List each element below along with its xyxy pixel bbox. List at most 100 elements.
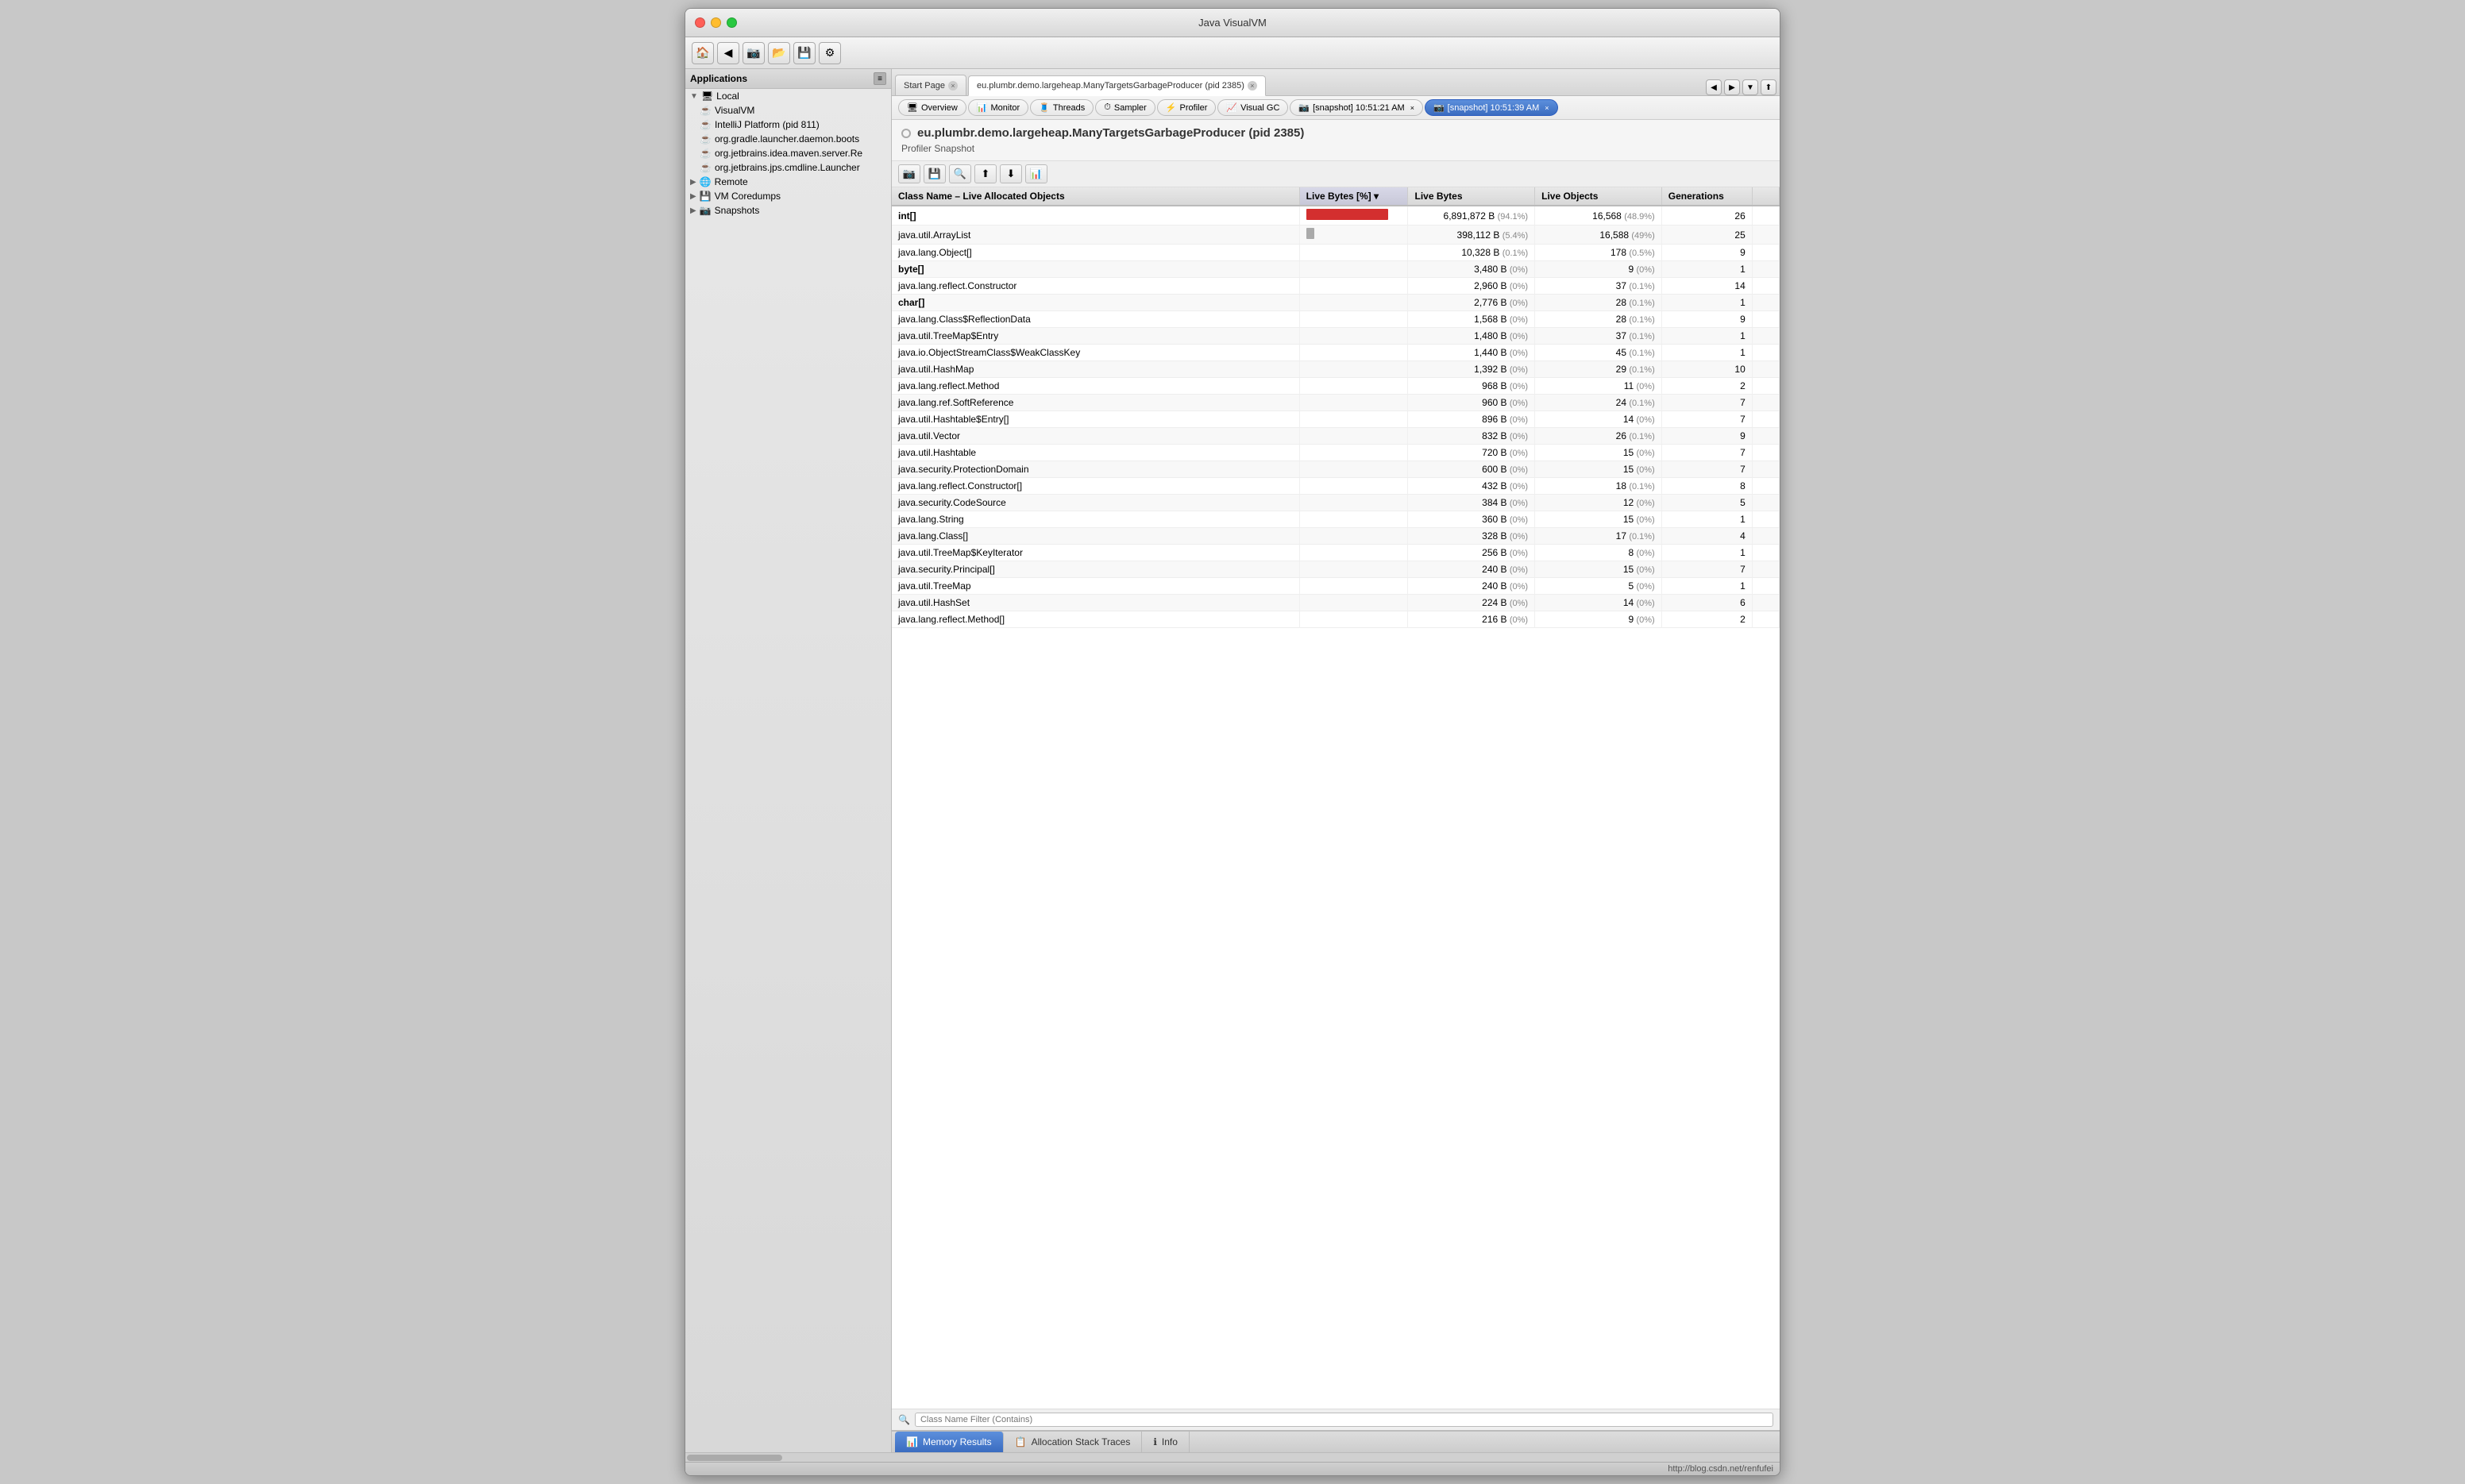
tab-overview[interactable]: 🖥 Overview xyxy=(898,99,966,116)
snapshot-btn[interactable]: 📷 xyxy=(898,164,920,183)
open-button[interactable]: 📂 xyxy=(768,42,790,64)
table-row: java.util.Vector832 B (0%)26 (0.1%)9 xyxy=(892,428,1780,445)
table-row: java.util.TreeMap$Entry1,480 B (0%)37 (0… xyxy=(892,328,1780,345)
class-name-filter[interactable] xyxy=(915,1413,1773,1427)
horizontal-scrollbar[interactable] xyxy=(685,1452,1780,1462)
app-icon-intellij: ☕ xyxy=(700,119,712,130)
tree-item-intellij[interactable]: ☕ IntelliJ Platform (pid 811) xyxy=(685,118,891,132)
cell-class-name: int[] xyxy=(892,206,1299,225)
back-button[interactable]: ◀ xyxy=(717,42,739,64)
tab-label-start-page: Start Page xyxy=(904,81,945,91)
save-snapshot-btn[interactable]: 💾 xyxy=(924,164,946,183)
cell-bar xyxy=(1299,206,1408,225)
cell-bar xyxy=(1299,595,1408,611)
bottom-tab-info[interactable]: ℹ Info xyxy=(1142,1432,1190,1452)
cell-live-objects: 24 (0.1%) xyxy=(1535,395,1662,411)
home-button[interactable]: 🏠 xyxy=(692,42,714,64)
cell-live-bytes: 832 B (0%) xyxy=(1408,428,1535,445)
col-class-name[interactable]: Class Name – Live Allocated Objects xyxy=(892,187,1299,206)
window-controls xyxy=(695,17,737,28)
col-live-bytes-bar[interactable]: Live Bytes [%] ▾ xyxy=(1299,187,1408,206)
col-generations[interactable]: Generations xyxy=(1661,187,1752,206)
tab-close-snapshot2[interactable]: × xyxy=(1545,104,1549,112)
close-button[interactable] xyxy=(695,17,705,28)
tree-item-gradle[interactable]: ☕ org.gradle.launcher.daemon.boots xyxy=(685,132,891,146)
detach-button[interactable]: ⬆ xyxy=(1761,79,1776,95)
cell-class-name: java.util.HashSet xyxy=(892,595,1299,611)
tree-arrow-snapshots: ▶ xyxy=(690,206,696,215)
tab-visual-gc[interactable]: 📈 Visual GC xyxy=(1217,99,1288,116)
settings-button[interactable]: ⚙ xyxy=(819,42,841,64)
main-window: Java VisualVM 🏠 ◀ 📷 📂 💾 ⚙ Applications ≡… xyxy=(685,8,1780,1476)
tab-profiler[interactable]: ⚡ Profiler xyxy=(1157,99,1217,116)
cell-generations: 26 xyxy=(1661,206,1752,225)
cell-generations: 9 xyxy=(1661,245,1752,261)
cell-bar xyxy=(1299,461,1408,478)
col-live-bytes[interactable]: Live Bytes xyxy=(1408,187,1535,206)
cell-class-name: java.security.CodeSource xyxy=(892,495,1299,511)
table-row: java.util.TreeMap240 B (0%)5 (0%)1 xyxy=(892,578,1780,595)
tree-item-remote[interactable]: ▶ 🌐 Remote xyxy=(685,175,891,189)
profiler-icon: ⚡ xyxy=(1166,102,1177,113)
cell-spacer xyxy=(1752,361,1779,378)
bottom-tab-memory-results[interactable]: 📊 Memory Results xyxy=(895,1432,1004,1452)
tab-monitor[interactable]: 📊 Monitor xyxy=(968,99,1028,116)
tab-start-page[interactable]: Start Page × xyxy=(895,75,966,95)
cell-live-objects: 15 (0%) xyxy=(1535,511,1662,528)
allocation-stack-icon: 📋 xyxy=(1015,1436,1027,1447)
bottom-tab-allocation-stack[interactable]: 📋 Allocation Stack Traces xyxy=(1004,1432,1143,1452)
tree-item-local[interactable]: ▼ 🖥 Local xyxy=(685,89,891,103)
tab-menu-button[interactable]: ▼ xyxy=(1742,79,1758,95)
table-row: java.lang.String360 B (0%)15 (0%)1 xyxy=(892,511,1780,528)
tree-item-visualvm[interactable]: ☕ VisualVM xyxy=(685,103,891,118)
cell-generations: 7 xyxy=(1661,561,1752,578)
cell-generations: 1 xyxy=(1661,261,1752,278)
table-row: java.lang.Class[]328 B (0%)17 (0.1%)4 xyxy=(892,528,1780,545)
export-btn[interactable]: ⬆ xyxy=(974,164,997,183)
import-btn[interactable]: ⬇ xyxy=(1000,164,1022,183)
cell-generations: 2 xyxy=(1661,611,1752,628)
tab-close-start-page[interactable]: × xyxy=(948,81,958,91)
chart-btn[interactable]: 📊 xyxy=(1025,164,1047,183)
app-icon-jps: ☕ xyxy=(700,162,712,173)
cell-generations: 10 xyxy=(1661,361,1752,378)
col-live-objects[interactable]: Live Objects xyxy=(1535,187,1662,206)
table-row: java.util.HashSet224 B (0%)14 (0%)6 xyxy=(892,595,1780,611)
maximize-button[interactable] xyxy=(727,17,737,28)
tree-item-coredumps[interactable]: ▶ 💾 VM Coredumps xyxy=(685,189,891,203)
tab-snapshot-1[interactable]: 📷 [snapshot] 10:51:21 AM × xyxy=(1290,99,1423,116)
cell-live-bytes: 360 B (0%) xyxy=(1408,511,1535,528)
tab-sampler[interactable]: ⏱ Sampler xyxy=(1095,99,1155,116)
cell-spacer xyxy=(1752,295,1779,311)
tree-label-coredumps: VM Coredumps xyxy=(715,191,781,202)
tree-item-jps[interactable]: ☕ org.jetbrains.jps.cmdline.Launcher xyxy=(685,160,891,175)
tab-main-app[interactable]: eu.plumbr.demo.largeheap.ManyTargetsGarb… xyxy=(968,75,1266,96)
memory-results-icon: 📊 xyxy=(906,1436,918,1447)
table-row: java.util.ArrayList398,112 B (5.4%)16,58… xyxy=(892,225,1780,245)
scroll-right-tab[interactable]: ▶ xyxy=(1724,79,1740,95)
tree-item-maven[interactable]: ☕ org.jetbrains.idea.maven.server.Re xyxy=(685,146,891,160)
cell-class-name: java.util.Hashtable$Entry[] xyxy=(892,411,1299,428)
save-button[interactable]: 💾 xyxy=(793,42,816,64)
scrollbar-thumb[interactable] xyxy=(687,1455,782,1461)
status-bar: http://blog.csdn.net/renfufei xyxy=(685,1462,1780,1475)
tab-threads[interactable]: 🧵 Threads xyxy=(1030,99,1094,116)
scroll-left-tab[interactable]: ◀ xyxy=(1706,79,1722,95)
cell-class-name: java.lang.reflect.Constructor[] xyxy=(892,478,1299,495)
cell-bar xyxy=(1299,278,1408,295)
tab-snapshot-2[interactable]: 📷 [snapshot] 10:51:39 AM × xyxy=(1425,99,1558,116)
find-btn[interactable]: 🔍 xyxy=(949,164,971,183)
cell-live-bytes: 600 B (0%) xyxy=(1408,461,1535,478)
minimize-button[interactable] xyxy=(711,17,721,28)
tab-close-snapshot1[interactable]: × xyxy=(1410,104,1414,112)
sidebar-menu-button[interactable]: ≡ xyxy=(874,72,886,85)
cell-class-name: java.util.Vector xyxy=(892,428,1299,445)
cell-bar xyxy=(1299,478,1408,495)
tab-close-main-app[interactable]: × xyxy=(1248,81,1257,91)
titlebar: Java VisualVM xyxy=(685,9,1780,37)
tree-item-snapshots[interactable]: ▶ 📷 Snapshots xyxy=(685,203,891,218)
tree-arrow-local: ▼ xyxy=(690,92,698,101)
cell-class-name: java.lang.reflect.Method[] xyxy=(892,611,1299,628)
screenshot-button[interactable]: 📷 xyxy=(743,42,765,64)
table-row: int[]6,891,872 B (94.1%)16,568 (48.9%)26 xyxy=(892,206,1780,225)
